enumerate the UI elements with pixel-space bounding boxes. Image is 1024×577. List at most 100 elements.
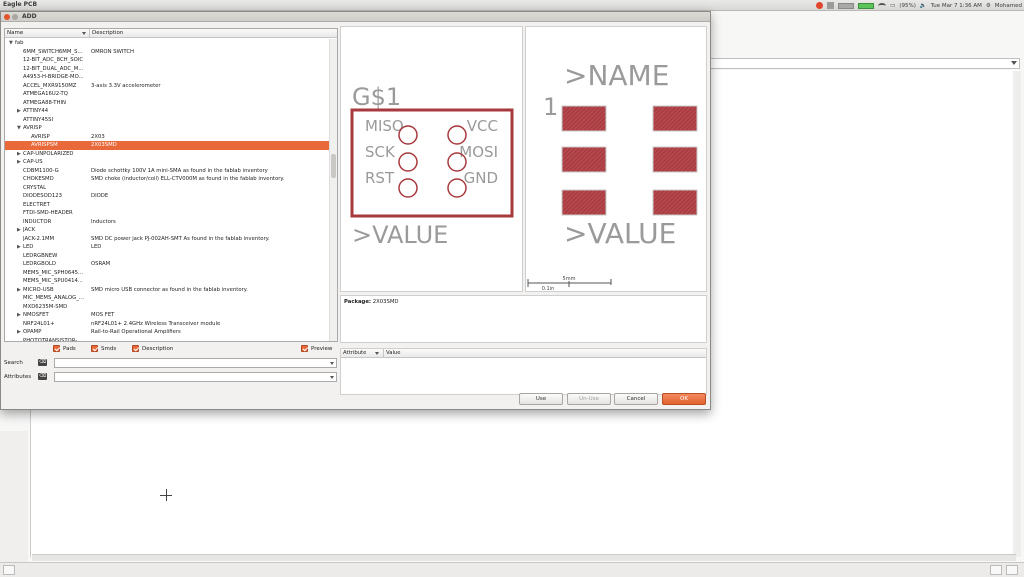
tree-row[interactable]: ▼ fab xyxy=(5,39,330,48)
cpu-monitor-icon[interactable] xyxy=(838,2,855,9)
user-name[interactable]: Mohamed xyxy=(995,3,1022,9)
tree-row-name: 6MM_SWITCH6MM_S... xyxy=(23,48,83,55)
tree-row[interactable]: A4953-H-BRIDGE-MO... xyxy=(5,73,330,82)
tree-row[interactable]: MEMS_MIC_SPU0414... xyxy=(5,277,330,286)
tray-app-icon[interactable] xyxy=(827,2,835,9)
clock[interactable]: Tue Mar 7 1:36 AM xyxy=(931,3,982,9)
attributes-input[interactable] xyxy=(54,372,337,382)
tree-row[interactable]: CHOKESMD SMD choke (inductor/coil) ELL-CT… xyxy=(5,175,330,184)
tree-row[interactable]: NRF24L01+ nRF24L01+ 2.4GHz Wireless Trans… xyxy=(5,320,330,329)
smds-label: Smds xyxy=(101,345,117,352)
tree-row[interactable]: MXD6235M-SMD xyxy=(5,303,330,312)
attributes-row: Attributes ⌫ xyxy=(4,372,338,382)
tree-row-name: fab xyxy=(15,40,24,46)
column-header-attribute[interactable]: Attribute xyxy=(343,350,366,356)
tree-row[interactable]: ▶ LED LED xyxy=(5,243,330,252)
tree-row-name: MEMS_MIC_SPH0645... xyxy=(23,269,84,276)
tree-row-selected[interactable]: AVRISPSM 2X03SMD xyxy=(5,141,330,150)
package-name-text: >NAME xyxy=(564,59,669,92)
system-top-bar: Eagle PCB ▭ (95%) 🔈 Tue Mar 7 1:36 AM ⚙ … xyxy=(0,0,1024,11)
tree-row[interactable]: ATTINY45SI xyxy=(5,116,330,125)
tree-row[interactable]: FTDI-SMD-HEADER xyxy=(5,209,330,218)
tree-row[interactable]: 12-BIT_ADC_8CH_SOIC xyxy=(5,56,330,65)
system-tray: ▭ (95%) 🔈 Tue Mar 7 1:36 AM ⚙ Mohamed xyxy=(816,1,1022,10)
close-icon[interactable] xyxy=(4,14,10,20)
chevron-down-icon[interactable] xyxy=(330,376,334,379)
tree-row[interactable]: LEDRGBOLD OSRAM xyxy=(5,260,330,269)
tree-row-name: AVRISPSM xyxy=(31,142,58,148)
tree-row-name: A4953-H-BRIDGE-MO... xyxy=(23,74,84,80)
column-divider[interactable] xyxy=(383,349,384,358)
tree-row[interactable]: 12-BIT_DUAL_ADC_M... xyxy=(5,65,330,74)
attributes-label: Attributes xyxy=(4,374,32,380)
search-label: Search xyxy=(4,360,23,366)
battery-icon[interactable]: ▭ xyxy=(890,3,895,9)
tree-scrollbar[interactable] xyxy=(329,39,337,341)
record-icon[interactable] xyxy=(816,2,824,9)
attribute-table[interactable]: Attribute Value xyxy=(340,348,707,395)
column-divider[interactable] xyxy=(89,29,90,38)
wifi-icon[interactable] xyxy=(878,2,887,9)
description-checkbox[interactable]: Description xyxy=(132,345,173,352)
tree-row[interactable]: MIC_MEMS_ANALOG_... xyxy=(5,294,330,303)
tree-row-name: 12-BIT_DUAL_ADC_M... xyxy=(23,65,84,72)
tree-row[interactable]: MEMS_MIC_SPH0645... xyxy=(5,269,330,278)
tree-row-description: OSRAM xyxy=(91,261,111,267)
tree-row[interactable]: ELECTRET xyxy=(5,201,330,210)
tree-row[interactable]: ▼ AVRISP xyxy=(5,124,330,133)
tree-row[interactable]: PHOTOTRANSISTOR-... xyxy=(5,337,330,342)
minimize-icon[interactable] xyxy=(12,14,18,20)
tree-row[interactable]: ▶ CAP-UNPOLARIZED xyxy=(5,150,330,159)
tree-row-name: ATMEGA16U2-TQ xyxy=(23,91,68,97)
status-button[interactable] xyxy=(3,565,15,575)
column-header-description[interactable]: Description xyxy=(92,30,123,36)
tree-row[interactable]: AVRISP 2X03 xyxy=(5,133,330,142)
tree-row[interactable]: ▶ NMOSFET MOS FET xyxy=(5,311,330,320)
tree-row[interactable]: ▶ CAP-US xyxy=(5,158,330,167)
cancel-button[interactable]: Cancel xyxy=(614,393,658,405)
status-button-right[interactable] xyxy=(990,565,1002,575)
ok-button[interactable]: OK xyxy=(662,393,706,405)
clear-attributes-icon[interactable]: ⌫ xyxy=(38,373,47,380)
tree-row[interactable]: LEDRGBNEW xyxy=(5,252,330,261)
tree-row[interactable]: ▶ ATTINY44 xyxy=(5,107,330,116)
memory-monitor-icon[interactable] xyxy=(858,2,875,9)
column-header-value[interactable]: Value xyxy=(386,350,401,356)
tree-row[interactable]: ▶ OPAMP Rail-to-Rail Operational Amplifier… xyxy=(5,328,330,337)
tree-row-name: LEDRGBOLD xyxy=(23,261,56,267)
column-header-name[interactable]: Name xyxy=(7,30,23,36)
canvas-horizontal-scrollbar[interactable] xyxy=(32,554,1016,561)
tree-row[interactable]: ACCEL_MXR9150MZ 3-axis 3.3V accelerometer xyxy=(5,82,330,91)
tree-row[interactable]: ▶ MICRO-USB SMD micro USB connector as fou… xyxy=(5,286,330,295)
tree-row[interactable]: CDBM1100-G Diode schottky 100V 1A mini-SM… xyxy=(5,167,330,176)
tree-row-description: 2X03SMD xyxy=(91,142,117,148)
tree-row[interactable]: INDUCTOR Inductors xyxy=(5,218,330,227)
canvas-vertical-scrollbar[interactable] xyxy=(1013,71,1021,557)
search-input[interactable] xyxy=(54,358,337,368)
unuse-button[interactable]: Un-Use xyxy=(567,393,611,405)
smds-checkbox[interactable]: Smds xyxy=(91,345,116,352)
tree-row[interactable]: ATMEGA88-THIN xyxy=(5,99,330,108)
tree-row[interactable]: JACK-2.1MM SMD DC power jack PJ-002AH-SMT… xyxy=(5,235,330,244)
left-toolbar xyxy=(0,431,28,571)
tree-row[interactable]: ATMEGA16U2-TQ xyxy=(5,90,330,99)
status-button-far-right[interactable] xyxy=(1006,565,1018,575)
layer-dropdown[interactable] xyxy=(710,58,1020,69)
gear-icon[interactable]: ⚙ xyxy=(986,3,991,9)
tree-row-description: SMD micro USB connector as found in the … xyxy=(91,286,248,293)
dialog-title-bar: ADD xyxy=(1,12,710,22)
tree-row[interactable]: ▶ JACK xyxy=(5,226,330,235)
use-button[interactable]: Use xyxy=(519,393,563,405)
scrollbar-thumb[interactable] xyxy=(331,154,336,178)
chevron-down-icon[interactable] xyxy=(330,362,334,365)
pin-label-sck: SCK xyxy=(365,143,396,161)
pads-checkbox[interactable]: Pads xyxy=(53,345,76,352)
library-tree[interactable]: Name Description ▼ fab 6MM_SWITCH6MM_S... O… xyxy=(4,28,338,342)
tree-row[interactable]: 6MM_SWITCH6MM_S... OMRON SWITCH xyxy=(5,48,330,57)
volume-icon[interactable]: 🔈 xyxy=(920,3,927,9)
clear-search-icon[interactable]: ⌫ xyxy=(38,359,47,366)
tree-row[interactable]: DIODESOD123 DIODE xyxy=(5,192,330,201)
tree-row[interactable]: CRYSTAL xyxy=(5,184,330,193)
preview-checkbox[interactable]: Preview xyxy=(301,345,332,352)
tree-row-name: MEMS_MIC_SPU0414... xyxy=(23,278,83,284)
